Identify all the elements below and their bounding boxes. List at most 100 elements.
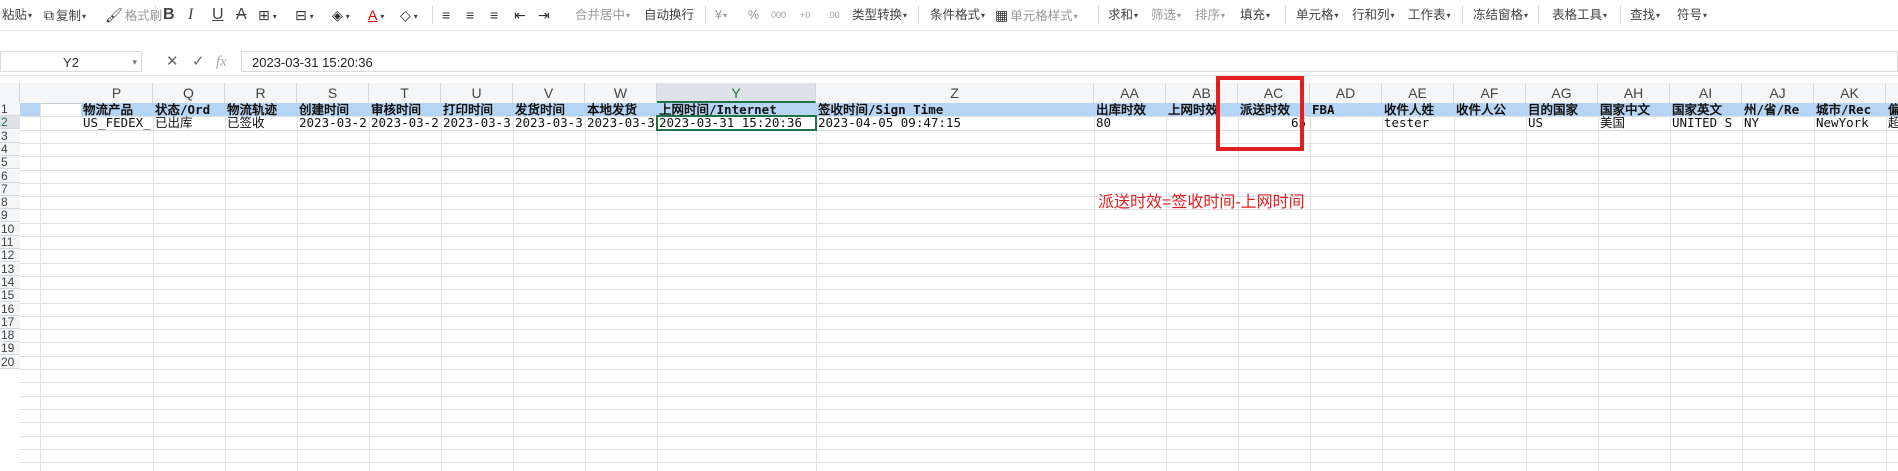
data-cell-ak[interactable]: NewYork xyxy=(1814,116,1886,130)
column-header-s[interactable]: S xyxy=(297,83,369,103)
row-header-5[interactable]: 5 xyxy=(0,156,20,169)
format-painter-button[interactable]: 🖌 格式刷 xyxy=(105,5,162,25)
header-cell-q[interactable]: 状态/Ord xyxy=(153,103,225,116)
header-cell-af[interactable]: 收件人公 xyxy=(1454,103,1526,116)
row-col-button[interactable]: 行和列▾ xyxy=(1352,5,1395,25)
column-header-ad[interactable]: AD xyxy=(1310,83,1382,103)
row-header-12[interactable]: 12 xyxy=(0,249,20,262)
header-cell-al[interactable]: 偏远 xyxy=(1886,103,1898,116)
filter-button[interactable]: 筛选▾ xyxy=(1151,5,1181,25)
data-cell-aa[interactable]: 80 xyxy=(1094,116,1166,130)
increase-decimal-button[interactable]: +0 xyxy=(800,5,810,25)
column-header-af[interactable]: AF xyxy=(1454,83,1526,103)
fill-color-button[interactable]: ◈ ▾ xyxy=(332,5,350,25)
column-header-aa[interactable]: AA xyxy=(1094,83,1166,103)
percent-button[interactable]: % xyxy=(748,5,759,25)
header-cell-t[interactable]: 审核时间 xyxy=(369,103,441,116)
header-cell-s[interactable]: 创建时间 xyxy=(297,103,369,116)
data-cell-z[interactable]: 2023-04-05 09:47:15 xyxy=(816,116,1094,130)
header-cell-ai[interactable]: 国家英文 xyxy=(1670,103,1742,116)
data-cell-v[interactable]: 2023-03-3 xyxy=(513,116,585,130)
indent-button[interactable]: ⇤ xyxy=(514,5,528,25)
data-cell-x[interactable]: 2023-03-31 15:20:36 xyxy=(657,116,816,130)
header-cell-ah[interactable]: 国家中文 xyxy=(1598,103,1670,116)
header-cell-w[interactable]: 本地发货 xyxy=(585,103,657,116)
header-cell-v[interactable]: 发货时间 xyxy=(513,103,585,116)
sum-button[interactable]: 求和▾ xyxy=(1108,5,1138,25)
sheet-grid[interactable]: Y/Box 物流产品状态/Ord物流轨迹创建时间审核时间打印时间发货时间本地发货上… xyxy=(20,103,1898,471)
row-header-2[interactable]: 2 xyxy=(0,116,20,129)
header-cell-aa[interactable]: 出库时效 xyxy=(1094,103,1166,116)
font-color-button[interactable]: A ▾ xyxy=(368,5,384,25)
column-header-y[interactable]: Y xyxy=(657,83,816,103)
data-cell-q[interactable]: 已出库 xyxy=(153,116,225,130)
column-header-p[interactable]: P xyxy=(81,83,153,103)
cell-style-button[interactable]: ▦ 单元格样式▾ xyxy=(995,5,1078,25)
fx-icon[interactable]: fx xyxy=(216,52,227,72)
column-header-t[interactable]: T xyxy=(369,83,441,103)
cell-fill-button[interactable]: ⊟ ▾ xyxy=(295,5,314,25)
italic-button[interactable]: I xyxy=(188,5,193,25)
decrease-decimal-button[interactable]: .00 xyxy=(827,5,840,25)
column-header-ag[interactable]: AG xyxy=(1526,83,1598,103)
data-cell-w[interactable]: 2023-03-3 xyxy=(585,116,657,130)
border-button[interactable]: ⊞ ▾ xyxy=(258,5,277,25)
align-left-button[interactable]: ≡ xyxy=(442,5,452,25)
row-header-9[interactable]: 9 xyxy=(0,209,20,222)
worksheet-button[interactable]: 工作表▾ xyxy=(1408,5,1451,25)
header-cell-u[interactable]: 打印时间 xyxy=(441,103,513,116)
data-cell-ai[interactable]: UNITED S xyxy=(1670,116,1742,130)
merge-center-button[interactable]: 合并居中▾ xyxy=(575,5,630,25)
symbol-button[interactable]: 符号▾ xyxy=(1677,5,1707,25)
header-cell-r[interactable]: 物流轨迹 xyxy=(225,103,297,116)
auto-wrap-button[interactable]: 自动换行 xyxy=(644,5,694,25)
data-cell-p[interactable]: US_FEDEX_ xyxy=(81,116,153,130)
header-cell-z[interactable]: 签收时间/Sign Time xyxy=(816,103,1094,116)
column-header-ai[interactable]: AI xyxy=(1670,83,1742,103)
underline-button[interactable]: U xyxy=(212,5,224,25)
data-cell-ah[interactable]: 美国 xyxy=(1598,116,1670,130)
data-cell-u[interactable]: 2023-03-3 xyxy=(441,116,513,130)
paste-button[interactable]: 粘贴▾ xyxy=(2,5,32,25)
cancel-icon[interactable]: ✕ xyxy=(166,52,179,72)
data-cell-aj[interactable]: NY xyxy=(1742,116,1814,130)
align-right-button[interactable]: ≡ xyxy=(490,5,500,25)
find-button[interactable]: 查找▾ xyxy=(1630,5,1660,25)
outdent-button[interactable]: ⇥ xyxy=(538,5,552,25)
header-cell-p[interactable]: 物流产品 xyxy=(81,103,153,116)
column-header-ae[interactable]: AE xyxy=(1382,83,1454,103)
clear-button[interactable]: ◇ ▾ xyxy=(400,5,418,25)
header-cell-ak[interactable]: 城市/Rec xyxy=(1814,103,1886,116)
header-cell-ae[interactable]: 收件人姓 xyxy=(1382,103,1454,116)
column-header-aj[interactable]: AJ xyxy=(1742,83,1814,103)
column-header-v[interactable]: V xyxy=(513,83,585,103)
data-cell-ag[interactable]: US xyxy=(1526,116,1598,130)
column-header-z[interactable]: Z xyxy=(816,83,1094,103)
column-header-w[interactable]: W xyxy=(585,83,657,103)
data-cell-al[interactable]: 超越 xyxy=(1886,116,1898,130)
type-convert-button[interactable]: 类型转换▾ xyxy=(852,5,907,25)
header-cell-ad[interactable]: FBA xyxy=(1310,103,1382,116)
column-header-r[interactable]: R xyxy=(225,83,297,103)
copy-button[interactable]: ⧉ 复制▾ xyxy=(44,5,86,25)
bold-button[interactable]: B xyxy=(163,5,175,25)
data-cell-r[interactable]: 已签收 xyxy=(225,116,297,130)
select-all-corner[interactable] xyxy=(0,83,20,103)
data-cell-t[interactable]: 2023-03-2 xyxy=(369,116,441,130)
thousands-button[interactable]: 000 xyxy=(771,5,786,25)
column-header-u[interactable]: U xyxy=(441,83,513,103)
data-cell-ae[interactable]: tester xyxy=(1382,116,1454,130)
align-center-button[interactable]: ≡ xyxy=(466,5,476,25)
row-header-15[interactable]: 15 xyxy=(0,289,20,302)
fill-button[interactable]: 填充▾ xyxy=(1240,5,1270,25)
cell-button[interactable]: 单元格▾ xyxy=(1296,5,1339,25)
confirm-icon[interactable]: ✓ xyxy=(192,52,205,72)
sort-button[interactable]: 排序▾ xyxy=(1195,5,1225,25)
formula-input[interactable]: 2023-03-31 15:20:36 xyxy=(241,51,1898,72)
data-cell-s[interactable]: 2023-03-2 xyxy=(297,116,369,130)
strikethrough-button[interactable]: A xyxy=(236,5,247,25)
row-header-20[interactable]: 20 xyxy=(0,356,20,369)
header-cell-o[interactable]: Y/Box xyxy=(20,103,40,116)
currency-button[interactable]: ¥▾ xyxy=(715,5,727,25)
table-tools-button[interactable]: 表格工具▾ xyxy=(1552,5,1607,25)
